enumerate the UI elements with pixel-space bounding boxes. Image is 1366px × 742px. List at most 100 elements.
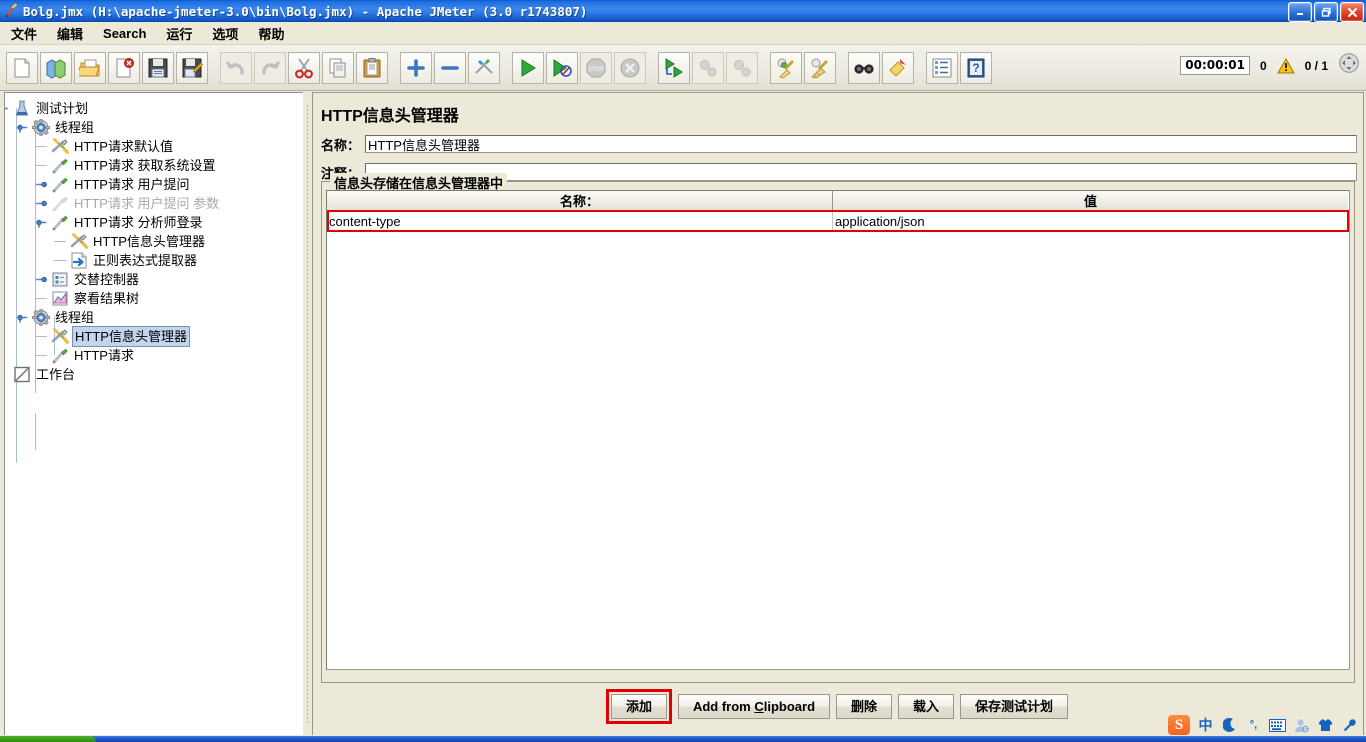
ime-moon-icon[interactable] [1221,716,1238,734]
tree-toggle-handle[interactable] [36,179,47,190]
tree-node-label: 察看结果树 [74,291,140,306]
save-test-plan-button[interactable]: 保存测试计划 [960,694,1069,719]
table-row[interactable]: content-type application/json [327,211,1349,231]
tree-node-interleave-controller[interactable]: 交替控制器 [5,270,303,289]
save-icon[interactable] [142,51,174,84]
comment-input[interactable] [365,163,1357,181]
headers-table[interactable]: 名称： 值 content-type application/json [326,190,1350,670]
windows-taskbar[interactable] [0,736,1366,742]
tree-node-thread-group-2[interactable]: 线程组 [5,308,303,327]
http-sampler-icon [51,347,69,364]
menu-help[interactable]: 帮助 [249,22,293,45]
headers-table-body[interactable]: content-type application/json [327,211,1349,231]
start-no-pauses-icon[interactable] [546,51,578,84]
paste-icon[interactable] [356,51,388,84]
tree-node-label: HTTP请求 获取系统设置 [74,158,216,173]
window-controls [1288,2,1364,22]
add-from-clipboard-button[interactable]: Add from Clipboard [677,694,831,719]
tree-node-http-analyst-login[interactable]: HTTP请求 分析师登录 [5,213,303,232]
undo-icon [220,51,252,84]
expand-all-icon[interactable] [400,51,432,84]
tree-node-workbench[interactable]: 工作台 [5,365,303,384]
ime-soft-keyboard-icon[interactable] [1269,716,1286,734]
minimize-button[interactable] [1288,2,1312,22]
cell-header-name[interactable]: content-type [327,211,833,231]
copy-icon[interactable] [322,51,354,84]
menu-bar: 文件 编辑 Search 运行 选项 帮助 [0,22,1366,45]
ime-punctuation-icon[interactable]: °, [1245,716,1262,734]
tree-node-header-manager-1[interactable]: HTTP信息头管理器 [5,232,303,251]
clear-icon[interactable] [770,51,802,84]
toggle-icon[interactable] [468,51,500,84]
window-title: Bolg.jmx (H:\apache-jmeter-3.0\bin\Bolg.… [23,3,588,19]
config-element-icon [51,328,69,345]
delete-button[interactable]: 删除 [836,694,893,719]
tree-node-http-request[interactable]: HTTP请求 [5,346,303,365]
toolbar: STOP ? 00:00:01 0 0 / 1 [0,45,1366,91]
toolbar-status: 00:00:01 0 0 / 1 [1180,52,1360,79]
tree-node-http-user-question-params[interactable]: HTTP请求 用户提问 参数 [5,194,303,213]
ime-settings-icon[interactable] [1341,716,1358,734]
warning-triangle-icon[interactable] [1276,57,1295,74]
tree-toggle-handle[interactable] [17,312,28,323]
close-button[interactable] [1340,2,1364,22]
cut-icon[interactable] [288,51,320,84]
name-row: 名称： [319,132,1357,156]
menu-options[interactable]: 选项 [203,22,247,45]
start-icon[interactable] [512,51,544,84]
cell-header-value[interactable]: application/json [833,211,1348,231]
ime-user-icon[interactable]: S [1293,716,1310,734]
workbench-icon [13,366,31,383]
name-input[interactable] [365,135,1357,153]
templates-icon[interactable] [40,51,72,84]
add-button[interactable]: 添加 [610,694,667,719]
remote-start-all-icon[interactable] [658,51,690,84]
help-icon[interactable]: ? [960,51,992,84]
tree-toggle-handle[interactable] [36,198,47,209]
tree-node-label: 交替控制器 [74,272,140,287]
ime-chinese-mode-icon[interactable]: 中 [1197,716,1214,734]
search-reset-icon[interactable] [882,51,914,84]
title-bar: Bolg.jmx (H:\apache-jmeter-3.0\bin\Bolg.… [0,0,1366,22]
menu-run[interactable]: 运行 [157,22,201,45]
tree-toggle-handle[interactable] [5,103,9,114]
tree-node-http-user-question[interactable]: HTTP请求 用户提问 [5,175,303,194]
regex-extractor-icon [70,252,88,269]
menu-edit[interactable]: 编辑 [48,22,92,45]
collapse-all-icon[interactable] [434,51,466,84]
menu-file[interactable]: 文件 [2,22,46,45]
tree-node-label: 线程组 [55,120,95,135]
tree-toggle-handle[interactable] [17,122,28,133]
search-icon[interactable] [848,51,880,84]
load-button[interactable]: 载入 [898,694,955,719]
config-element-icon [70,233,88,250]
tree-node-test-plan[interactable]: 测试计划 [5,99,303,118]
new-icon[interactable] [6,51,38,84]
open-icon[interactable] [74,51,106,84]
tree-toggle-handle[interactable] [36,217,47,228]
column-header-value[interactable]: 值 [833,191,1348,211]
test-plan-tree-panel[interactable]: 测试计划线程组 HTTP请求默认值 HTTP请求 获取系统设置 HTTP请求 用户提问… [4,92,304,737]
close-icon[interactable] [108,51,140,84]
column-header-name[interactable]: 名称： [327,191,833,211]
tree-toggle-handle[interactable] [36,274,47,285]
tree-node-header-manager-2[interactable]: HTTP信息头管理器 [5,326,303,347]
expand-arrows-icon[interactable] [1338,52,1360,79]
function-helper-icon[interactable] [926,51,958,84]
save-as-icon[interactable] [176,51,208,84]
maximize-button[interactable] [1314,2,1338,22]
split-pane-divider[interactable] [303,92,311,735]
http-sampler-disabled-icon [51,195,69,212]
tree-node-thread-group-1[interactable]: 线程组 [5,118,303,137]
tree-node-regex-extractor[interactable]: 正则表达式提取器 [5,251,303,270]
tree-node-view-results-tree[interactable]: 察看结果树 [5,289,303,308]
start-button[interactable] [0,736,96,742]
sogou-logo-icon[interactable]: S [1168,715,1190,735]
ime-skin-icon[interactable] [1317,716,1334,734]
tree-node-http-get-system-settings[interactable]: HTTP请求 获取系统设置 [5,156,303,175]
tree-node-label: HTTP请求 分析师登录 [74,215,203,230]
tree-node-http-defaults[interactable]: HTTP请求默认值 [5,137,303,156]
menu-search[interactable]: Search [94,24,155,43]
clear-all-icon[interactable] [804,51,836,84]
test-plan-tree[interactable]: 测试计划线程组 HTTP请求默认值 HTTP请求 获取系统设置 HTTP请求 用户提问… [5,93,303,463]
